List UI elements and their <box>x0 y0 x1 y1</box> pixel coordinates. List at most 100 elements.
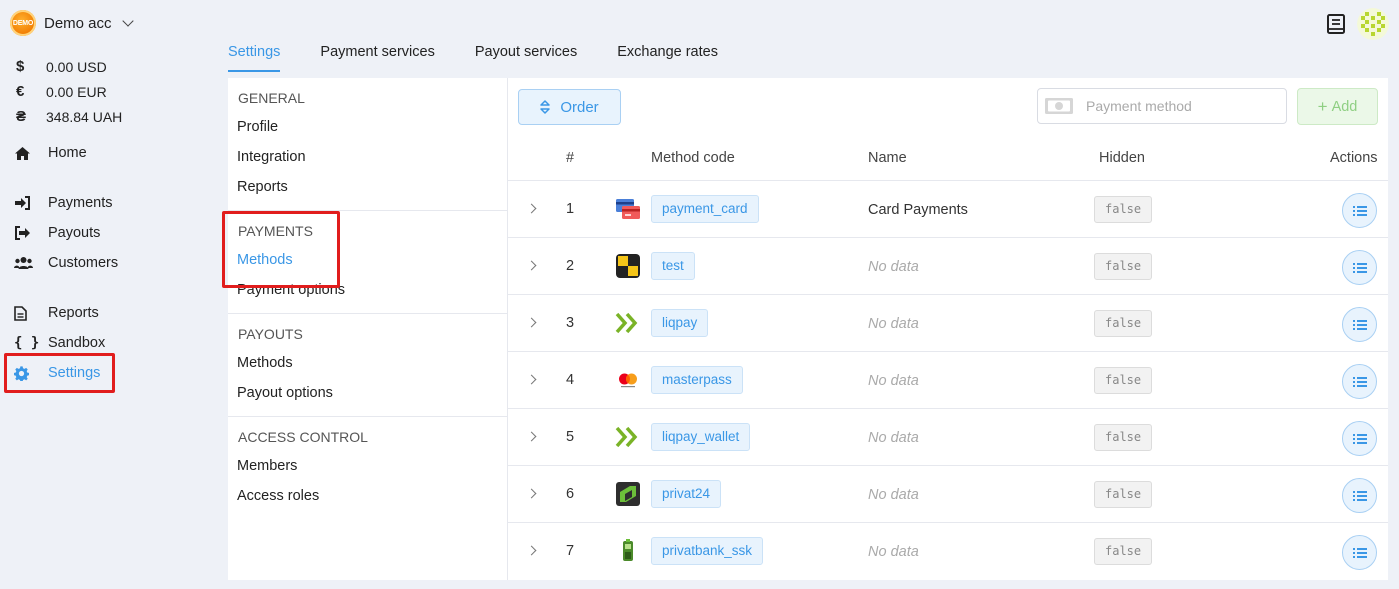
chevron-right-icon[interactable] <box>526 203 537 214</box>
menu-item-integration[interactable]: Integration <box>228 142 507 172</box>
braces-icon: { } <box>14 335 40 351</box>
sidebar-item-home[interactable]: Home <box>4 138 214 168</box>
chevron-right-icon[interactable] <box>526 431 537 442</box>
list-icon <box>1352 433 1367 444</box>
method-code[interactable]: liqpay <box>651 309 709 337</box>
book-icon[interactable] <box>1325 13 1347 35</box>
tab-settings[interactable]: Settings <box>228 44 281 72</box>
list-icon <box>1352 376 1367 387</box>
menu-item-payout-options[interactable]: Payout options <box>228 378 507 408</box>
actions-button[interactable] <box>1342 364 1377 399</box>
menu-item-members[interactable]: Members <box>228 451 507 481</box>
tab-exchange-rates[interactable]: Exchange rates <box>617 44 718 72</box>
sidebar-item-label: Customers <box>48 255 119 271</box>
menu-item-reports[interactable]: Reports <box>228 172 507 202</box>
menu-item-access-roles[interactable]: Access roles <box>228 481 507 511</box>
table-row: 7 privatbank_ssk No data false <box>508 523 1388 580</box>
table-row: 1 payment_card Card Payments false <box>508 181 1388 238</box>
hidden-badge: false <box>1094 424 1153 451</box>
tab-payout-services[interactable]: Payout services <box>475 44 577 72</box>
actions-button[interactable] <box>1342 250 1377 285</box>
sidebar-item-label: Reports <box>48 305 99 321</box>
method-name: No data <box>868 487 919 503</box>
menu-section-general: GENERAL Profile Integration Reports <box>228 78 507 211</box>
menu-item-profile[interactable]: Profile <box>228 112 507 142</box>
table-row: 6 privat24 No data false <box>508 466 1388 523</box>
sidebar-item-label: Settings <box>48 365 101 381</box>
sign-out-icon <box>14 226 48 240</box>
method-name: Card Payments <box>868 202 968 218</box>
account-switcher[interactable]: DEMO Demo acc <box>10 10 134 36</box>
tab-payment-services[interactable]: Payment services <box>320 44 434 72</box>
tabs: Settings Payment services Payout service… <box>228 44 718 72</box>
sidebar-item-payments[interactable]: Payments <box>4 188 214 218</box>
actions-button[interactable] <box>1342 421 1377 456</box>
column-header-hidden: Hidden <box>1099 150 1145 166</box>
privat24-icon <box>615 481 641 507</box>
hidden-badge: false <box>1094 367 1153 394</box>
actions-button[interactable] <box>1342 193 1377 228</box>
method-name: No data <box>868 373 919 389</box>
method-code[interactable]: privat24 <box>651 480 722 508</box>
list-icon <box>1352 262 1367 273</box>
sign-in-icon <box>14 196 48 210</box>
balance-eur: € 0.00 EUR <box>16 79 122 104</box>
home-icon <box>14 146 48 161</box>
actions-button[interactable] <box>1342 535 1377 570</box>
method-name: No data <box>868 544 919 560</box>
sidebar-item-settings[interactable]: Settings <box>4 358 214 388</box>
sidebar-item-payouts[interactable]: Payouts <box>4 218 214 248</box>
hidden-badge: false <box>1094 196 1153 223</box>
search-input[interactable] <box>1086 98 1266 114</box>
chevron-down-icon <box>121 14 134 27</box>
menu-item-payment-options[interactable]: Payment options <box>228 275 507 305</box>
balance-amount: 0.00 EUR <box>46 83 107 100</box>
chevron-right-icon[interactable] <box>526 374 537 385</box>
actions-button[interactable] <box>1342 478 1377 513</box>
menu-section-payouts: PAYOUTS Methods Payout options <box>228 314 507 417</box>
add-label: Add <box>1331 98 1358 115</box>
actions-button[interactable] <box>1342 307 1377 342</box>
column-header-num: # <box>566 150 575 166</box>
list-icon <box>1352 319 1367 330</box>
menu-item-payout-methods[interactable]: Methods <box>228 348 507 378</box>
demo-logo: DEMO <box>10 10 36 36</box>
liqpay-icon <box>615 424 641 450</box>
card-icon <box>615 196 641 222</box>
row-number: 2 <box>566 258 575 274</box>
chevron-right-icon[interactable] <box>526 488 537 499</box>
order-button[interactable]: Order <box>518 89 621 125</box>
sidebar-item-reports[interactable]: Reports <box>4 298 214 328</box>
sidebar-item-customers[interactable]: Customers <box>4 248 214 278</box>
list-icon <box>1352 205 1367 216</box>
balance-uah: ₴ 348.84 UAH <box>16 104 122 129</box>
method-code[interactable]: privatbank_ssk <box>651 537 764 565</box>
balance-amount: 0.00 USD <box>46 58 107 75</box>
method-code[interactable]: test <box>651 252 695 280</box>
menu-heading: GENERAL <box>238 90 305 106</box>
method-code[interactable]: liqpay_wallet <box>651 423 751 451</box>
sidebar-item-label: Payouts <box>48 225 101 241</box>
row-number: 4 <box>566 372 575 388</box>
dollar-icon: $ <box>16 58 25 75</box>
add-button[interactable]: + Add <box>1297 88 1378 125</box>
euro-icon: € <box>16 83 25 100</box>
avatar[interactable] <box>1357 8 1389 40</box>
balance-amount: 348.84 UAH <box>46 108 123 125</box>
method-code[interactable]: payment_card <box>651 195 759 223</box>
row-number: 5 <box>566 429 575 445</box>
payment-method-search <box>1037 88 1287 124</box>
table-row: 2 test No data false <box>508 238 1388 295</box>
sidebar-item-label: Sandbox <box>48 335 106 351</box>
row-number: 3 <box>566 315 575 331</box>
sidebar-item-sandbox[interactable]: { } Sandbox <box>4 328 214 358</box>
hryvnia-icon: ₴ <box>16 108 27 125</box>
file-icon <box>14 305 48 321</box>
chevron-right-icon[interactable] <box>526 545 537 556</box>
menu-heading: PAYMENTS <box>238 223 313 239</box>
method-code[interactable]: masterpass <box>651 366 743 394</box>
menu-item-payment-methods[interactable]: Methods <box>228 245 507 275</box>
chevron-right-icon[interactable] <box>526 317 537 328</box>
chevron-right-icon[interactable] <box>526 260 537 271</box>
order-label: Order <box>560 98 599 116</box>
